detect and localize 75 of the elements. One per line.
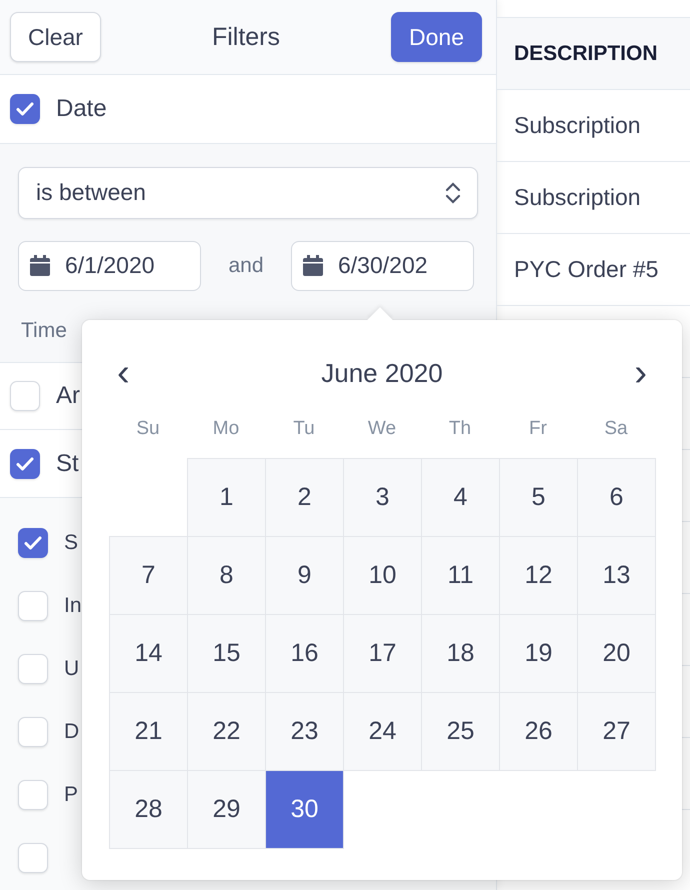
weekday-label: Mo (212, 418, 240, 440)
done-button[interactable]: Done (391, 12, 482, 62)
calendar-day[interactable]: 23 (265, 692, 344, 771)
calendar-day[interactable]: 10 (343, 536, 422, 615)
calendar-day[interactable]: 17 (343, 614, 422, 693)
calendar-day[interactable]: 9 (265, 536, 344, 615)
weekday-label: Th (448, 418, 472, 440)
column-header: DESCRIPTION (497, 17, 690, 90)
calendar-day[interactable]: 1 (187, 458, 266, 537)
calendar-day[interactable]: 13 (577, 536, 656, 615)
chevron-up-down-icon (445, 180, 461, 205)
checkbox[interactable] (18, 843, 48, 873)
calendar-day[interactable]: 29 (187, 770, 266, 849)
calendar-day[interactable]: 18 (421, 614, 500, 693)
month-title: June 2020 (321, 358, 443, 388)
calendar-day[interactable]: 11 (421, 536, 500, 615)
calendar-day[interactable]: 15 (187, 614, 266, 693)
calendar-day[interactable]: 8 (187, 536, 266, 615)
calendar-day[interactable]: 6 (577, 458, 656, 537)
checkbox[interactable] (18, 654, 48, 684)
next-month-button[interactable]: › (626, 350, 655, 396)
clear-button[interactable]: Clear (10, 12, 101, 62)
filter-label: Ar (56, 382, 80, 410)
checkbox[interactable] (18, 780, 48, 810)
check-icon (24, 536, 42, 550)
previous-month-button[interactable]: ‹ (109, 350, 138, 396)
checkbox[interactable] (10, 381, 40, 412)
start-date-field[interactable]: 6/1/2020 (18, 240, 201, 291)
panel-title: Filters (212, 22, 280, 52)
table-cell: Subscription (514, 184, 641, 211)
weekday-label: Fr (529, 418, 547, 440)
calendar-day[interactable]: 4 (421, 458, 500, 537)
checkbox[interactable] (10, 448, 40, 479)
calendar-icon (302, 254, 324, 277)
calendar-day[interactable]: 19 (499, 614, 578, 693)
calendar-day[interactable]: 24 (343, 692, 422, 771)
and-label: and (227, 254, 265, 278)
checkbox[interactable] (10, 94, 40, 124)
calendar-day[interactable]: 7 (109, 536, 188, 615)
calendar-day[interactable]: 20 (577, 614, 656, 693)
calendar-day[interactable]: 22 (187, 692, 266, 771)
weekday-label: Tu (293, 418, 315, 440)
calendar-day[interactable]: 14 (109, 614, 188, 693)
table-cell: Subscription (514, 112, 641, 139)
time-label: Time (21, 318, 67, 343)
checkbox[interactable] (18, 528, 48, 558)
calendar-day[interactable]: 28 (109, 770, 188, 849)
option-label: P (64, 783, 78, 807)
weekday-label: We (368, 418, 396, 440)
calendar-day[interactable]: 30 (265, 770, 344, 849)
option-label: S (64, 531, 78, 555)
filter-label: St (56, 450, 79, 478)
calendar-day[interactable]: 27 (577, 692, 656, 771)
checkbox[interactable] (18, 717, 48, 747)
calendar-day[interactable]: 5 (499, 458, 578, 537)
calendar-day[interactable]: 3 (343, 458, 422, 537)
calendar-day[interactable]: 2 (265, 458, 344, 537)
calendar-day[interactable]: 26 (499, 692, 578, 771)
table-cell: PYC Order #5 (514, 256, 658, 283)
weekday-label: Su (136, 418, 160, 440)
calendar-day[interactable]: 21 (109, 692, 188, 771)
filter-label: Date (56, 94, 107, 123)
checkbox[interactable] (18, 591, 48, 621)
check-icon (16, 102, 34, 116)
option-label: D (64, 720, 80, 744)
option-label: In (64, 594, 82, 618)
calendar-day[interactable]: 25 (421, 692, 500, 771)
calendar-day[interactable]: 12 (499, 536, 578, 615)
calendar-icon (29, 254, 51, 277)
calendar-day[interactable]: 16 (265, 614, 344, 693)
option-label: U (64, 657, 80, 681)
end-date-field[interactable]: 6/30/202 (291, 240, 474, 291)
weekday-label: Sa (604, 418, 628, 440)
check-icon (16, 456, 34, 471)
operator-select[interactable]: is between (18, 166, 478, 219)
